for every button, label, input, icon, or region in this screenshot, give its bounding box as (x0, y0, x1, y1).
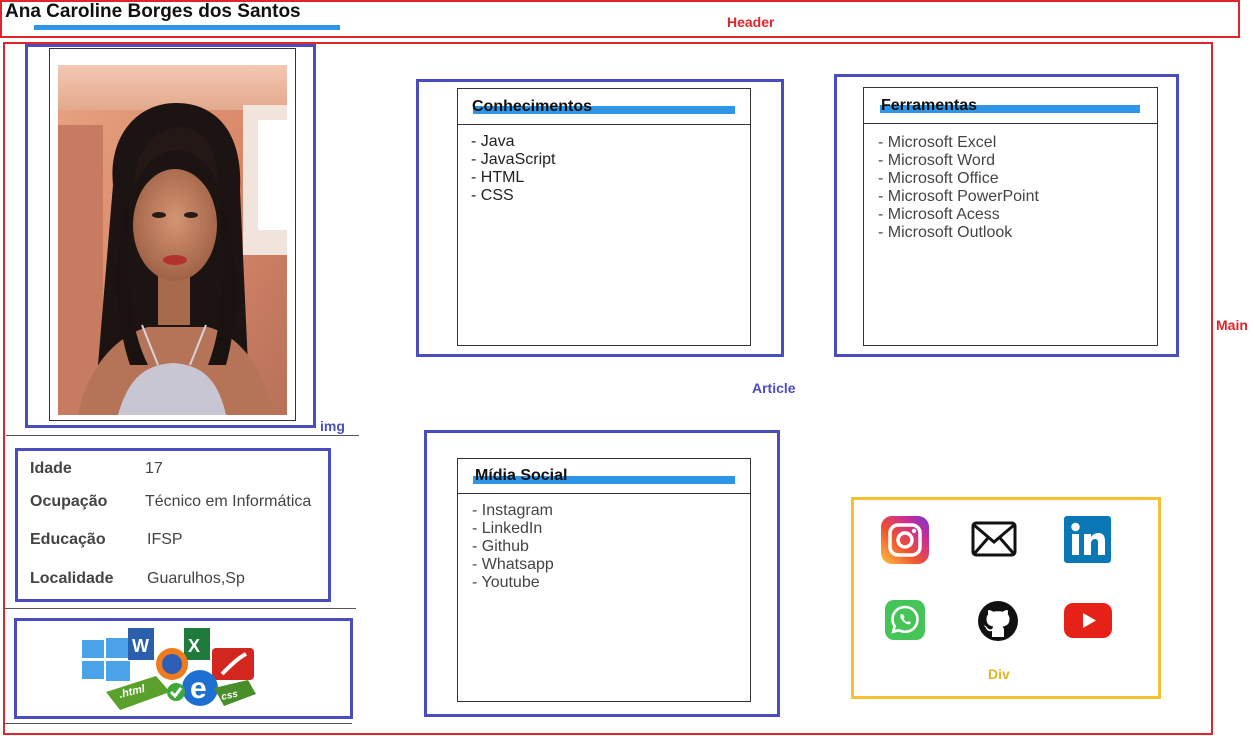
list-item: - LinkedIn (472, 520, 543, 537)
profile-photo (58, 65, 287, 415)
info-key: Educação (30, 531, 106, 548)
mail-icon[interactable] (971, 521, 1017, 557)
midia-social-card: Mídia Social - Instagram - LinkedIn - Gi… (457, 458, 751, 702)
main-label: Main (1216, 317, 1248, 333)
svg-text:X: X (188, 636, 200, 656)
divider-line (6, 435, 359, 436)
checkmark-icon (167, 683, 185, 701)
conhecimentos-card: Conhecimentos - Java - JavaScript - HTML… (457, 88, 751, 346)
windows-logo-icon (82, 638, 130, 681)
card-header: Mídia Social (458, 459, 750, 494)
conhecimentos-list: - Java - JavaScript - HTML - CSS (471, 133, 555, 205)
article-label: Article (752, 380, 796, 396)
tech-logos-collage: W X .html e css (82, 628, 256, 710)
list-item: - Youtube (472, 574, 540, 591)
card-title: Conhecimentos (472, 98, 593, 115)
youtube-icon[interactable] (1064, 603, 1112, 638)
firefox-logo-icon (156, 648, 188, 680)
card-header: Conhecimentos (458, 89, 750, 125)
flash-logo-icon (212, 648, 254, 680)
info-value: Guarulhos,Sp (147, 570, 245, 587)
page-title: Ana Caroline Borges dos Santos (5, 1, 301, 22)
header-label: Header (727, 14, 775, 30)
ferramentas-card: Ferramentas - Microsoft Excel - Microsof… (863, 87, 1158, 346)
svg-text:e: e (190, 672, 207, 705)
github-icon[interactable] (977, 600, 1019, 642)
info-value: IFSP (147, 531, 183, 548)
img-label: img (320, 418, 345, 434)
word-logo-icon: W (128, 628, 154, 660)
linkedin-icon[interactable] (1064, 516, 1111, 563)
info-key: Ocupação (30, 493, 108, 510)
info-value: Técnico em Informática (145, 493, 312, 510)
list-item: - Microsoft PowerPoint (878, 188, 1039, 205)
list-item: - Github (472, 538, 529, 555)
info-value: 17 (145, 460, 163, 477)
list-item: - Whatsapp (472, 556, 554, 573)
midia-social-list: - Instagram - LinkedIn - Github - Whatsa… (472, 502, 554, 592)
instagram-icon[interactable] (881, 516, 929, 564)
list-item: - Instagram (472, 502, 553, 519)
list-item: - CSS (471, 187, 514, 204)
excel-logo-icon: X (184, 628, 210, 660)
divider-line (4, 723, 352, 724)
info-key: Idade (30, 460, 72, 477)
list-item: - Microsoft Outlook (878, 224, 1013, 241)
info-key: Localidade (30, 570, 114, 587)
list-item: - Java (471, 133, 515, 150)
css-book-icon: css (214, 680, 256, 706)
card-title: Ferramentas (881, 97, 978, 114)
ferramentas-list: - Microsoft Excel - Microsoft Word - Mic… (878, 134, 1039, 242)
internet-explorer-icon: e (182, 670, 218, 706)
list-item: - Microsoft Acess (878, 206, 1000, 223)
title-underline-bar (34, 25, 340, 30)
svg-text:W: W (132, 636, 149, 656)
div-label: Div (988, 666, 1010, 682)
list-item: - Microsoft Excel (878, 134, 997, 151)
list-item: - HTML (471, 169, 525, 186)
list-item: - Microsoft Office (878, 170, 999, 187)
html-book-icon: .html (106, 676, 170, 710)
card-header: Ferramentas (864, 88, 1157, 124)
list-item: - JavaScript (471, 151, 556, 168)
list-item: - Microsoft Word (878, 152, 996, 169)
whatsapp-icon[interactable] (885, 600, 925, 640)
profile-photo-illustration (58, 65, 287, 415)
divider-line (4, 608, 356, 609)
card-title: Mídia Social (475, 467, 568, 484)
